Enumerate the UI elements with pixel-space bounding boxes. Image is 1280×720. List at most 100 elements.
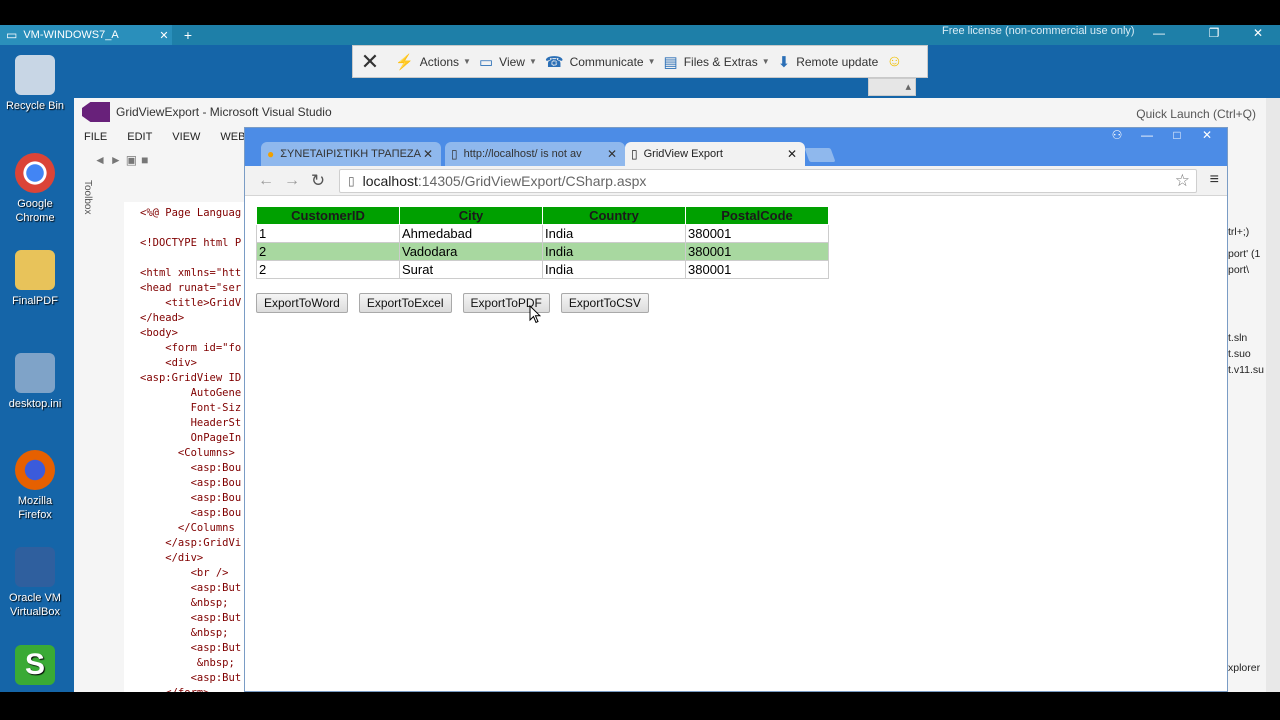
cell-country: India bbox=[542, 242, 686, 261]
minimize-icon[interactable]: — bbox=[1148, 25, 1170, 43]
save-icon[interactable]: ■ bbox=[141, 153, 152, 167]
code-line: <body> bbox=[140, 327, 178, 339]
code-editor[interactable]: <%@ Page Languag <!DOCTYPE html P <html xm… bbox=[124, 202, 244, 692]
download-icon: ⬇ bbox=[777, 53, 791, 71]
close-tab-icon[interactable]: ✕ bbox=[785, 147, 799, 161]
desktop-icon-chrome[interactable]: Google Chrome bbox=[4, 153, 66, 225]
toolbar-remote-update[interactable]: ⬇ Remote update bbox=[778, 53, 879, 71]
back-icon[interactable]: ◄ bbox=[94, 153, 110, 167]
reload-icon[interactable]: ↻ bbox=[305, 171, 331, 191]
code-line: <asp:But bbox=[140, 612, 242, 624]
add-tab-icon[interactable]: + bbox=[180, 25, 196, 45]
menu-edit[interactable]: EDIT bbox=[127, 131, 152, 143]
lightning-icon: ⚡ bbox=[395, 53, 414, 71]
code-line: &nbsp; bbox=[140, 627, 229, 639]
solution-explorer-item[interactable]: t.sln bbox=[1228, 332, 1247, 344]
vs-titlebar: GridViewExport - Microsoft Visual Studio bbox=[74, 98, 1266, 126]
code-line: </div> bbox=[140, 552, 204, 564]
toolbar-files-extras[interactable]: ▤ Files & Extras ▼ bbox=[664, 53, 770, 71]
address-bar[interactable]: ▯ localhost:14305/GridViewExport/CSharp.… bbox=[339, 169, 1197, 193]
desktop-icon-app[interactable]: S bbox=[4, 645, 66, 689]
forward-icon[interactable]: ► bbox=[110, 153, 126, 167]
close-icon[interactable]: ✕ bbox=[156, 29, 172, 42]
close-window-icon[interactable]: ✕ bbox=[1247, 25, 1269, 43]
cell-postal-code: 380001 bbox=[685, 260, 829, 279]
code-line: <html xmlns="htt bbox=[140, 267, 242, 279]
code-line: <head runat="ser bbox=[140, 282, 242, 294]
web-page: CustomerID City Country PostalCode 1 Ahm… bbox=[245, 197, 1227, 691]
chevron-down-icon: ▼ bbox=[761, 57, 770, 66]
close-tab-icon[interactable]: ✕ bbox=[605, 147, 619, 161]
toolbox-tab[interactable]: Toolbox bbox=[82, 180, 93, 214]
cell-postal-code: 380001 bbox=[685, 242, 829, 261]
export-to-csv-button[interactable]: ExportToCSV bbox=[560, 293, 649, 313]
session-tab[interactable]: ▭ VM-WINDOWS7_A ✕ bbox=[0, 25, 172, 45]
code-line: <%@ Page Languag bbox=[140, 207, 242, 219]
close-icon[interactable]: ✕ bbox=[1195, 128, 1219, 144]
export-to-excel-button[interactable]: ExportToExcel bbox=[358, 293, 452, 313]
desktop-icon-desktop-ini[interactable]: desktop.ini bbox=[4, 353, 66, 411]
column-header[interactable]: Country bbox=[542, 206, 686, 225]
folder-icon bbox=[15, 250, 55, 290]
settings-file-icon bbox=[15, 353, 55, 393]
solution-explorer-item[interactable]: trl+;) bbox=[1228, 226, 1249, 238]
toolbar-view[interactable]: ▭ View ▼ bbox=[479, 53, 537, 71]
menu-file[interactable]: FILE bbox=[84, 131, 107, 143]
desktop-icon-finalpdf[interactable]: FinalPDF bbox=[4, 250, 66, 308]
teamviewer-tab-strip: ▭ VM-WINDOWS7_A ✕ + Free license (non-co… bbox=[0, 25, 1280, 45]
desktop-icon-label: Mozilla Firefox bbox=[17, 495, 53, 521]
new-tab-button[interactable] bbox=[804, 148, 836, 162]
toolbar-label: Communicate bbox=[569, 54, 644, 69]
column-header[interactable]: City bbox=[399, 206, 543, 225]
desktop-icon-firefox[interactable]: Mozilla Firefox bbox=[4, 450, 66, 522]
menu-view[interactable]: VIEW bbox=[172, 131, 200, 143]
solution-explorer-item[interactable]: t.v11.su bbox=[1228, 364, 1264, 376]
toolbar-actions[interactable]: ⚡ Actions ▼ bbox=[395, 53, 471, 71]
tab-label: http://localhost/ is not av bbox=[463, 148, 582, 160]
browser-tab-localhost[interactable]: ▯ http://localhost/ is not av ✕ bbox=[445, 142, 625, 166]
tab-label: GridView Export bbox=[643, 148, 723, 160]
license-text: Free license (non-commercial use only) bbox=[942, 25, 1135, 37]
desktop-icon-virtualbox[interactable]: Oracle VM VirtualBox bbox=[4, 547, 66, 619]
browser-tab-gridview[interactable]: ▯ GridView Export ✕ bbox=[625, 142, 805, 166]
browser-tab-bank[interactable]: ● ΣΥΝΕΤΑΙΡΙΣΤΙΚΗ ΤΡΑΠΕΖΑ ✕ bbox=[261, 142, 441, 166]
code-line: Font-Siz bbox=[140, 402, 242, 414]
back-icon[interactable]: ← bbox=[253, 172, 279, 190]
recycle-bin-icon bbox=[15, 55, 55, 95]
minimize-icon[interactable]: — bbox=[1135, 128, 1159, 144]
solution-explorer-item[interactable]: port' (1 bbox=[1228, 248, 1260, 260]
close-tab-icon[interactable]: ✕ bbox=[421, 147, 435, 161]
quick-launch-input[interactable]: Quick Launch (Ctrl+Q) bbox=[1136, 107, 1256, 121]
forward-icon[interactable]: → bbox=[279, 172, 305, 190]
table-row: 2 Surat India 380001 bbox=[256, 260, 829, 279]
chrome-menu-icon[interactable]: ≡ bbox=[1210, 171, 1219, 189]
maximize-icon[interactable]: □ bbox=[1165, 128, 1189, 144]
desktop-icon-label: Recycle Bin bbox=[5, 100, 65, 112]
code-line: &nbsp; bbox=[140, 657, 235, 669]
url-path: :14305/GridViewExport/CSharp.aspx bbox=[417, 173, 647, 189]
column-header[interactable]: CustomerID bbox=[256, 206, 400, 225]
vs-scrollbar[interactable] bbox=[1266, 98, 1280, 692]
desktop-icon-label: Oracle VM VirtualBox bbox=[9, 592, 61, 618]
solution-explorer-item[interactable]: t.suo bbox=[1228, 348, 1251, 360]
desktop-icon-recycle-bin[interactable]: Recycle Bin bbox=[4, 55, 66, 113]
toolbar-label: Actions bbox=[419, 54, 460, 69]
toolbar-communicate[interactable]: ☎ Communicate ▼ bbox=[545, 53, 656, 71]
code-line: <title>GridV bbox=[140, 297, 242, 309]
smiley-icon: ☺ bbox=[886, 52, 903, 70]
feedback-smiley-icon[interactable]: ☺ bbox=[886, 53, 908, 71]
column-header[interactable]: PostalCode bbox=[685, 206, 829, 225]
cell-customer-id: 2 bbox=[256, 242, 400, 261]
profile-icon[interactable]: ⚇ bbox=[1105, 128, 1129, 144]
restore-icon[interactable]: ❐ bbox=[1203, 25, 1225, 43]
desktop-icon-label: desktop.ini bbox=[8, 398, 62, 410]
grid-header-row: CustomerID City Country PostalCode bbox=[256, 206, 829, 225]
new-project-icon[interactable]: ▣ bbox=[126, 153, 141, 167]
code-line: OnPageIn bbox=[140, 432, 242, 444]
close-session-icon[interactable]: ✕ bbox=[353, 49, 387, 75]
solution-explorer-item[interactable]: port\ bbox=[1228, 264, 1249, 276]
solution-explorer-item[interactable]: xplorer bbox=[1228, 662, 1260, 674]
export-to-word-button[interactable]: ExportToWord bbox=[256, 293, 348, 313]
toolbar-collapse-handle[interactable]: ▴ bbox=[868, 78, 916, 96]
bookmark-star-icon[interactable]: ☆ bbox=[1175, 171, 1190, 191]
